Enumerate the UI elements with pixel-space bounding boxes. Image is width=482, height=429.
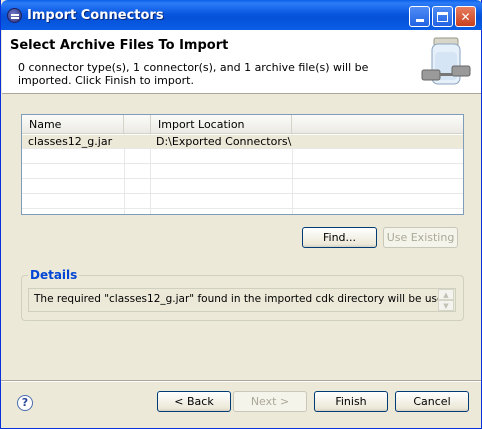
- column-header-name[interactable]: Name: [22, 115, 124, 134]
- close-button[interactable]: ✕: [455, 6, 476, 27]
- maximize-button[interactable]: [432, 6, 453, 27]
- table-row-empty: [22, 150, 463, 164]
- use-existing-button[interactable]: Use Existing: [383, 227, 458, 248]
- import-connectors-dialog: Import Connectors ✕ Select Archive Files…: [0, 0, 482, 429]
- jar-archive-icon: [421, 37, 471, 85]
- wizard-banner: Select Archive Files To Import 0 connect…: [2, 30, 481, 94]
- close-icon: ✕: [460, 9, 471, 24]
- next-button[interactable]: Next >: [233, 391, 307, 412]
- title-bar[interactable]: Import Connectors ✕: [1, 0, 482, 30]
- scroll-down-icon[interactable]: ▼: [438, 300, 454, 311]
- column-header-import-location[interactable]: Import Location: [151, 115, 292, 134]
- details-scrollbar[interactable]: ▲ ▼: [438, 289, 454, 311]
- page-title: Select Archive Files To Import: [10, 38, 229, 53]
- table-row[interactable]: classes12_g.jar D:\Exported Connectors\: [22, 135, 463, 149]
- scroll-up-icon[interactable]: ▲: [438, 289, 454, 300]
- maximize-icon: [437, 11, 448, 22]
- row-location-cell: D:\Exported Connectors\: [156, 135, 292, 148]
- table-header: Name Import Location: [22, 115, 463, 134]
- archive-files-table[interactable]: Name Import Location classes12_g.jar D:\…: [21, 114, 464, 215]
- help-icon[interactable]: ?: [17, 395, 33, 411]
- table-row-empty: [22, 165, 463, 179]
- table-row-empty: [22, 180, 463, 194]
- find-button[interactable]: Find...: [302, 227, 377, 248]
- footer-divider: [1, 380, 481, 382]
- page-description: 0 connector type(s), 1 connector(s), and…: [18, 61, 369, 87]
- column-header-blank[interactable]: [124, 115, 151, 134]
- cancel-button[interactable]: Cancel: [395, 391, 469, 412]
- finish-button[interactable]: Finish: [314, 391, 388, 412]
- minimize-button[interactable]: [409, 6, 430, 27]
- window-title: Import Connectors: [27, 8, 164, 23]
- minimize-icon: [415, 19, 424, 22]
- table-row-empty: [22, 195, 463, 209]
- row-name-cell: classes12_g.jar: [28, 135, 113, 148]
- eclipse-icon: [7, 8, 22, 23]
- details-label: Details: [28, 268, 80, 282]
- back-button[interactable]: < Back: [157, 391, 231, 412]
- details-message: The required "classes12_g.jar" found in …: [28, 288, 456, 312]
